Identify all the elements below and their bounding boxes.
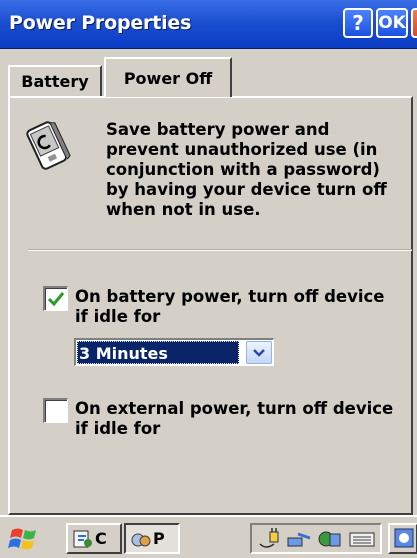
battery-timeout-value: 3 Minutes <box>77 341 239 364</box>
taskbar-button-label: P <box>153 529 165 548</box>
battery-idle-label[interactable]: On battery power, turn off device if idl… <box>75 287 395 327</box>
network-icon[interactable] <box>286 528 314 550</box>
external-idle-label[interactable]: On external power, turn off device if id… <box>75 399 395 439</box>
battery-idle-checkbox[interactable] <box>43 286 68 311</box>
taskbar-button-label: C <box>95 529 107 548</box>
tab-battery[interactable]: Battery <box>8 65 102 96</box>
help-button[interactable]: ? <box>343 8 373 38</box>
keyboard-icon[interactable] <box>348 528 376 550</box>
tab-power-off[interactable]: Power Off <box>104 57 232 97</box>
taskbar: C P <box>0 515 417 558</box>
taskbar-button-control-panel[interactable]: C <box>66 523 122 554</box>
title-bar: Power Properties ? OK ✕ <box>0 0 417 49</box>
taskbar-button-power[interactable]: P <box>124 523 180 554</box>
windows-flag-icon[interactable] <box>6 524 40 554</box>
close-button[interactable]: ✕ <box>411 8 417 38</box>
connectivity-icon[interactable] <box>316 528 344 550</box>
dropdown-button[interactable] <box>246 341 272 364</box>
divider <box>28 249 412 251</box>
external-idle-checkbox[interactable] <box>43 398 68 423</box>
description-text: Save battery power and prevent unauthori… <box>106 120 387 219</box>
power-icon <box>131 533 151 546</box>
ok-button[interactable]: OK <box>376 8 408 38</box>
control-panel-icon <box>73 530 92 547</box>
system-tray <box>250 523 382 554</box>
battery-timeout-dropdown[interactable]: 3 Minutes <box>74 338 274 366</box>
desktop-button[interactable] <box>388 523 417 554</box>
window-title: Power Properties <box>9 12 192 34</box>
checkmark-icon <box>47 292 65 307</box>
power-plug-icon[interactable] <box>256 528 284 550</box>
desktop-icon <box>394 528 414 548</box>
device-icon <box>26 121 71 170</box>
chevron-down-icon <box>253 348 265 357</box>
